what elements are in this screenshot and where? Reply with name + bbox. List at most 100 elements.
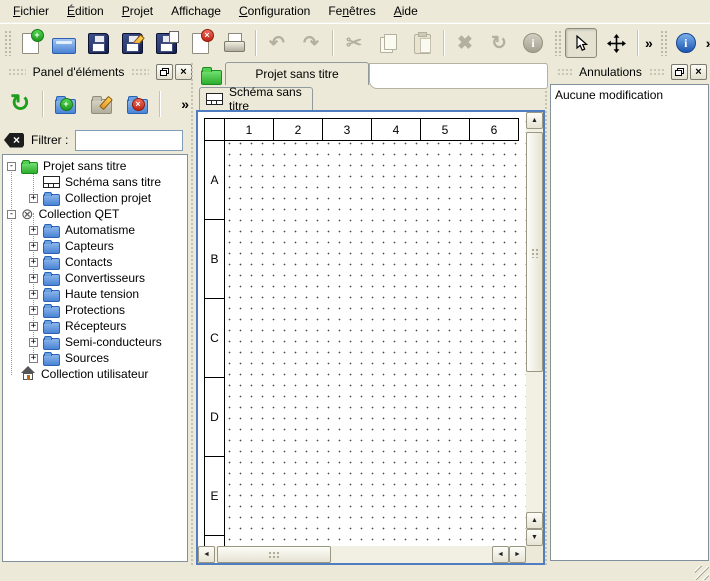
cut-button[interactable]: ✂ [337, 28, 371, 58]
vertical-scrollbar-thumb[interactable] [526, 132, 543, 372]
diagram-grid[interactable]: 1 2 3 4 5 6 A B C D E ▲ [198, 112, 543, 563]
vertical-scrollbar[interactable]: ▲ ▲ ▼ [526, 112, 543, 546]
about-button[interactable]: i [669, 28, 703, 58]
tree-item-recepteurs[interactable]: + Récepteurs [3, 318, 187, 334]
select-mode-button[interactable] [565, 28, 597, 58]
undo-dock-titlebar[interactable]: Annulations × [549, 62, 710, 82]
expand-icon[interactable]: + [29, 274, 38, 283]
collapse-icon[interactable]: - [7, 162, 16, 171]
scroll-up-button[interactable]: ▲ [526, 512, 543, 529]
expand-icon[interactable]: + [29, 226, 38, 235]
menu-fichier[interactable]: Fichier [4, 1, 58, 21]
tree-item-label: Automatisme [65, 223, 135, 237]
tree-item-collection-projet[interactable]: + Collection projet [3, 190, 187, 206]
expand-icon[interactable]: + [29, 354, 38, 363]
save-all-button[interactable] [149, 28, 183, 58]
filter-input[interactable] [75, 130, 183, 151]
save-as-button[interactable] [115, 28, 149, 58]
tree-item-convertisseurs[interactable]: + Convertisseurs [3, 270, 187, 286]
expand-icon[interactable]: + [29, 258, 38, 267]
menu-edition[interactable]: Édition [58, 1, 113, 21]
expand-icon[interactable]: + [29, 338, 38, 347]
project-tab[interactable]: Projet sans titre [225, 62, 369, 85]
save-button[interactable] [81, 28, 115, 58]
row-header: E [204, 456, 225, 536]
menu-fenetres[interactable]: Fenêtres [319, 1, 384, 21]
schema-tab[interactable]: Schéma sans titre [199, 87, 313, 110]
toolbar-drag-handle[interactable] [4, 30, 11, 56]
window-resize-grip[interactable] [695, 566, 709, 580]
tree-item-semi-conducteurs[interactable]: + Semi-conducteurs [3, 334, 187, 350]
row-header [204, 535, 225, 546]
open-icon [52, 38, 76, 54]
expand-icon[interactable]: + [29, 290, 38, 299]
tree-item-collection-utilisateur[interactable]: Collection utilisateur [3, 366, 187, 382]
element-info-button[interactable]: i [516, 28, 550, 58]
thumb-grip [267, 550, 281, 560]
paste-button[interactable] [405, 28, 439, 58]
scroll-down-button[interactable]: ▼ [526, 529, 543, 546]
open-project-button[interactable] [47, 28, 81, 58]
toolbar-separator [443, 30, 444, 56]
tree-item-protections[interactable]: + Protections [3, 302, 187, 318]
grid-corner-cell [204, 118, 225, 141]
scroll-left-button[interactable]: ◄ [198, 546, 215, 563]
tree-item-label: Schéma sans titre [65, 175, 161, 189]
left-splitter-handle[interactable] [190, 62, 195, 565]
filter-label: Filtrer : [31, 133, 68, 147]
expand-icon[interactable]: + [29, 194, 38, 203]
float-dock-button[interactable] [671, 64, 688, 80]
collapse-icon[interactable]: - [7, 210, 16, 219]
redo-button[interactable]: ↷ [294, 28, 328, 58]
clear-filter-icon[interactable]: × [4, 133, 24, 148]
menu-projet[interactable]: Projet [113, 1, 162, 21]
edit-category-button[interactable] [83, 87, 119, 121]
close-file-button[interactable]: × [183, 28, 217, 58]
menu-aide[interactable]: Aide [385, 1, 427, 21]
menu-configuration[interactable]: Configuration [230, 1, 319, 21]
horizontal-scrollbar[interactable]: ◄ ◄ ► [198, 546, 526, 563]
delete-category-button[interactable]: × [119, 87, 155, 121]
scroll-up-button[interactable]: ▲ [526, 112, 543, 129]
reload-collections-button[interactable]: ↻ [2, 87, 38, 121]
pan-mode-button[interactable] [599, 28, 633, 58]
expand-icon[interactable]: + [29, 322, 38, 331]
expand-icon[interactable]: + [29, 242, 38, 251]
folder-icon [43, 274, 60, 286]
diagram-view[interactable]: 1 2 3 4 5 6 A B C D E ▲ [196, 110, 545, 565]
toolbar-overflow-chevron[interactable]: » [642, 35, 656, 51]
undo-history-list[interactable]: Aucune modification [550, 84, 709, 561]
scroll-left-button[interactable]: ◄ [492, 546, 509, 563]
tree-item-schema[interactable]: Schéma sans titre [3, 174, 187, 190]
tree-item-project[interactable]: - Projet sans titre [3, 158, 187, 174]
tree-item-automatisme[interactable]: + Automatisme [3, 222, 187, 238]
toolbar-overflow-chevron[interactable]: » [703, 35, 710, 51]
delete-icon: ✖ [457, 34, 473, 53]
tree-item-sources[interactable]: + Sources [3, 350, 187, 366]
new-category-button[interactable]: + [47, 87, 83, 121]
tree-item-capteurs[interactable]: + Capteurs [3, 238, 187, 254]
toolbar-drag-handle[interactable] [554, 30, 561, 56]
column-header: 1 [224, 118, 274, 141]
undo-button[interactable]: ↶ [260, 28, 294, 58]
close-dock-button[interactable]: × [690, 64, 707, 80]
print-button[interactable] [217, 28, 251, 58]
tree-item-haute-tension[interactable]: + Haute tension [3, 286, 187, 302]
menu-affichage[interactable]: Affichage [162, 1, 230, 21]
elements-panel-titlebar[interactable]: Panel d'éléments × [0, 62, 195, 82]
tree-item-collection-qet[interactable]: - ⊗ Collection QET [3, 206, 187, 222]
horizontal-scrollbar-thumb[interactable] [217, 546, 331, 563]
delete-button[interactable]: ✖ [448, 28, 482, 58]
float-dock-button[interactable] [156, 64, 173, 80]
row-header: D [204, 377, 225, 457]
tree-item-contacts[interactable]: + Contacts [3, 254, 187, 270]
toolbar-drag-handle[interactable] [660, 30, 667, 56]
new-project-button[interactable]: + [13, 28, 47, 58]
expand-icon[interactable]: + [29, 306, 38, 315]
up-arrow-icon: ▲ [531, 517, 538, 524]
rotate-button[interactable]: ↻ [482, 28, 516, 58]
scroll-right-button[interactable]: ► [509, 546, 526, 563]
copy-button[interactable] [371, 28, 405, 58]
undo-list-item[interactable]: Aucune modification [555, 87, 704, 103]
column-header: 6 [469, 118, 519, 141]
